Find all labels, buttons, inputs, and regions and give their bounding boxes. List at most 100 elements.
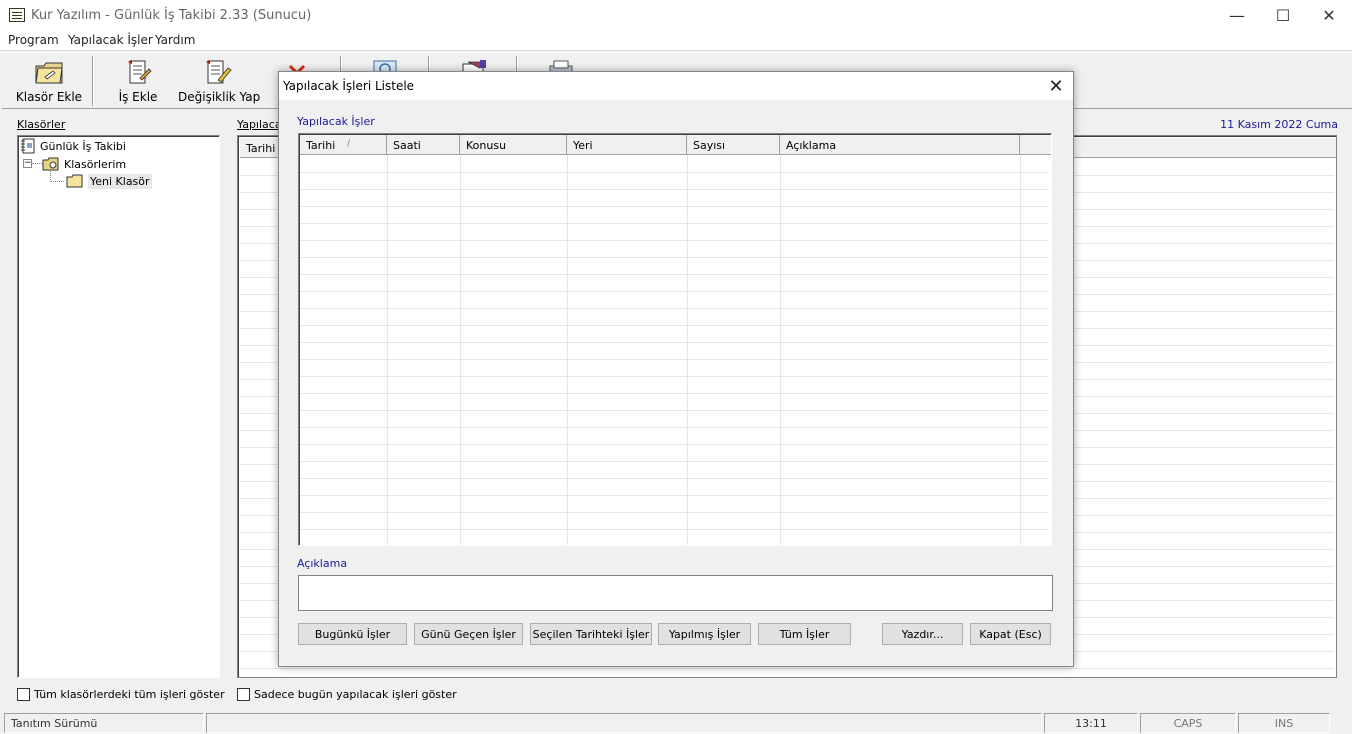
grid-line [460,155,461,545]
grid-line [300,529,1049,530]
grid-line [387,155,388,545]
folders-label: Klasörler [17,118,66,131]
grid-line [300,325,1049,326]
status-edition: Tanıtım Sürümü [4,713,204,733]
grid-line [300,376,1049,377]
grid-line [300,308,1049,309]
current-date: 11 Kasım 2022 Cuma [1220,118,1338,131]
close-dialog-button[interactable]: Kapat (Esc) [970,623,1051,645]
today-only-label: Sadece bugün yapılacak işleri göster [254,688,457,701]
grid-line [300,291,1049,292]
grid-line [300,393,1049,394]
grid-line [567,155,568,545]
folder-icon [66,174,83,188]
maximize-button[interactable]: ☐ [1260,0,1306,31]
status-time: 13:11 [1044,713,1138,733]
folder-icon [35,62,63,84]
print-list-button[interactable]: Yazdır... [882,623,963,645]
status-caps: CAPS [1140,713,1236,733]
tree-new-folder-node[interactable]: Yeni Klasör [66,173,152,189]
grid-line [300,274,1049,275]
grid-line [300,240,1049,241]
menu-program[interactable]: Program [8,33,59,47]
grid-line [300,223,1049,224]
dialog-close-icon[interactable]: ✕ [1045,75,1067,97]
grid-line [300,478,1049,479]
window-title: Kur Yazılım - Günlük İş Takibi 2.33 (Sun… [31,8,312,23]
close-window-button[interactable]: ✕ [1306,0,1352,31]
done-tasks-button[interactable]: Yapılmış İşler [658,623,751,645]
dialog-title: Yapılacak İşleri Listele [283,79,415,93]
column-header-filler [1020,135,1051,155]
add-task-button[interactable]: İş Ekle [108,53,168,109]
tree-new-folder-label: Yeni Klasör [88,173,152,189]
grid-line [300,257,1049,258]
add-folder-label: Klasör Ekle [15,90,83,104]
grid-line [240,668,1334,669]
edit-label: Değişiklik Yap [178,90,261,104]
add-folder-button[interactable]: Klasör Ekle [12,53,86,109]
tree-root-label: Günlük İş Takibi [40,139,126,153]
todo-label: Yapılaca [237,118,282,131]
grid-line [300,189,1049,190]
status-blank [206,713,1042,733]
edit-icon [206,60,232,84]
folder-tree[interactable]: Günlük İş Takibi − Klasörlerim Yeni Klas… [17,135,220,678]
grid-line [300,342,1049,343]
tree-connector [50,181,64,182]
grid-line [687,155,688,545]
grid-line [300,512,1049,513]
menu-bar: Program Yapılacak İşler Yardım [0,31,1352,51]
column-header-description[interactable]: Açıklama [780,135,1020,155]
column-header-subject[interactable]: Konusu [460,135,567,155]
grid-line [300,172,1049,173]
today-only-checkbox-row[interactable]: Sadece bugün yapılacak işleri göster [237,688,457,701]
grid-line [300,461,1049,462]
notebook-icon [21,138,35,154]
add-task-label: İş Ekle [118,90,158,104]
column-header-date[interactable]: Tarihi / [300,135,387,155]
dialog-title-bar: Yapılacak İşleri Listele ✕ [279,72,1073,100]
tree-root[interactable]: Günlük İş Takibi [20,138,126,154]
grid-line [300,427,1049,428]
grid-line [1020,155,1021,545]
selected-date-tasks-button[interactable]: Seçilen Tarihteki İşler [530,623,652,645]
title-bar: Kur Yazılım - Günlük İş Takibi 2.33 (Sun… [0,0,1352,31]
description-field[interactable] [298,575,1053,611]
folders-icon [42,157,59,171]
grid-line [300,444,1049,445]
show-all-checkbox-row[interactable]: Tüm klasörlerdeki tüm işleri göster [17,688,225,701]
add-task-icon [128,60,152,84]
grid-line [780,155,781,545]
column-header-count[interactable]: Sayısı [687,135,780,155]
tree-connector [32,163,42,164]
overdue-tasks-button[interactable]: Günü Geçen İşler [414,623,523,645]
status-ins: INS [1238,713,1330,733]
description-label: Açıklama [297,557,348,570]
status-bar: Tanıtım Sürümü 13:11 CAPS INS [0,712,1352,734]
menu-todo[interactable]: Yapılacak İşler [68,33,153,47]
column-header-time[interactable]: Saati [387,135,460,155]
menu-help[interactable]: Yardım [155,33,195,47]
grid-line [300,410,1049,411]
sort-ascending-icon: / [347,139,351,149]
show-all-label: Tüm klasörlerdeki tüm işleri göster [34,688,225,701]
tree-folders-node[interactable]: Klasörlerim [42,156,126,172]
grid-line [300,359,1049,360]
todo-list-label: Yapılacak İşler [297,115,375,128]
column-header-place[interactable]: Yeri [567,135,687,155]
today-tasks-button[interactable]: Bugünkü İşler [298,623,407,645]
toolbar-separator [92,56,94,106]
today-only-checkbox[interactable] [237,688,250,701]
tree-folders-label: Klasörlerim [64,157,127,171]
tree-collapse-toggle[interactable]: − [23,159,32,168]
app-icon [9,8,25,22]
all-tasks-button[interactable]: Tüm İşler [758,623,851,645]
show-all-checkbox[interactable] [17,688,30,701]
todo-list-grid[interactable]: Tarihi / Saati Konusu Yeri Sayısı Açıkla… [298,133,1052,546]
minimize-button[interactable]: — [1214,0,1260,31]
grid-line [300,206,1049,207]
edit-button[interactable]: Değişiklik Yap [178,53,261,109]
column-header-date-label: Tarihi [306,139,336,152]
grid-line [300,495,1049,496]
